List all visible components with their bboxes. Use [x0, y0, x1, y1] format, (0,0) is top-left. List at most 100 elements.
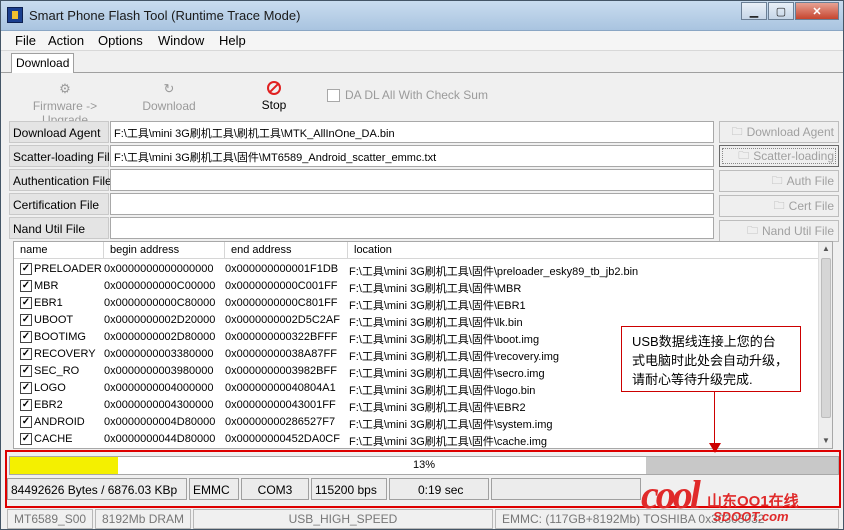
- annotation-line-2: 式电脑时此处会自动升级，: [632, 353, 789, 368]
- cell-end-address: 0x00000000038A87FF: [225, 348, 337, 360]
- scatter-loading-label: Scatter-loading File: [9, 145, 116, 167]
- menu-file[interactable]: File: [15, 33, 36, 48]
- cell-location: F:\工具\mini 3G刷机工具\固件\system.img: [349, 419, 553, 431]
- download-button[interactable]: ↻ Download: [139, 81, 199, 113]
- cell-begin-address: 0x0000000004D80000: [104, 416, 216, 428]
- folder-icon: 🗀: [773, 199, 785, 212]
- cell-end-address: 0x00000000452DA0CF: [225, 433, 340, 445]
- menu-action[interactable]: Action: [48, 33, 84, 48]
- table-header: name begin address end address location: [14, 242, 820, 259]
- authentication-field[interactable]: [110, 169, 714, 191]
- vertical-scrollbar[interactable]: ▲ ▼: [818, 242, 832, 448]
- maximize-icon: ▢: [775, 5, 787, 18]
- row-checkbox[interactable]: ✓: [20, 399, 32, 411]
- watermark-url: SDOOT.com: [713, 509, 789, 524]
- row-checkbox[interactable]: ✓: [20, 314, 32, 326]
- cell-begin-address: 0x0000000003380000: [104, 348, 214, 360]
- scroll-up-icon[interactable]: ▲: [819, 242, 832, 256]
- folder-icon: 🗀: [738, 149, 750, 162]
- watermark: cool 山东OO1在线 SDOOT.com: [641, 463, 841, 529]
- table-row[interactable]: ✓ EBR2 0x0000000004300000 0x00000000043001F…: [14, 397, 820, 414]
- da-dl-all-checkbox[interactable]: DA DL All With Check Sum: [327, 88, 488, 102]
- cert-file-button[interactable]: 🗀 Cert File: [719, 195, 839, 217]
- cell-end-address: 0x0000000003982BFF: [225, 365, 337, 377]
- certification-label: Certification File: [9, 193, 109, 215]
- cell-end-address: 0x000000000001F1DB: [225, 263, 339, 275]
- cell-begin-address: 0x0000000004000000: [104, 382, 214, 394]
- annotation-line-3: 请耐心等待升级完成.: [632, 372, 753, 387]
- cell-name: RECOVERY: [34, 348, 96, 360]
- cell-location: F:\工具\mini 3G刷机工具\固件\boot.img: [349, 334, 540, 346]
- download-agent-field[interactable]: F:\工具\mini 3G刷机工具\刷机工具\MTK_AllInOne_DA.b…: [110, 121, 714, 143]
- row-checkbox[interactable]: ✓: [20, 416, 32, 428]
- cell-name: PRELOADER: [34, 263, 102, 275]
- nand-util-button[interactable]: 🗀 Nand Util File: [719, 220, 839, 242]
- scatter-loading-button[interactable]: 🗀 Scatter-loading: [719, 145, 839, 167]
- cell-name: UBOOT: [34, 314, 74, 326]
- cell-location: F:\工具\mini 3G刷机工具\固件\logo.bin: [349, 385, 536, 397]
- certification-row: Certification File: [9, 193, 715, 215]
- table-row[interactable]: ✓ CACHE 0x0000000044D80000 0x00000000452DA0…: [14, 431, 820, 448]
- cell-location: F:\工具\mini 3G刷机工具\固件\secro.img: [349, 368, 545, 380]
- scroll-down-icon[interactable]: ▼: [819, 434, 832, 448]
- row-checkbox[interactable]: ✓: [20, 331, 32, 343]
- auth-file-button[interactable]: 🗀 Auth File: [719, 170, 839, 192]
- stop-label: Stop: [261, 98, 287, 112]
- folder-icon: 🗀: [771, 174, 783, 187]
- watermark-logo: cool: [641, 472, 701, 517]
- download-agent-button[interactable]: 🗀 Download Agent: [719, 121, 839, 143]
- watermark-site-name: 山东OO1在线: [707, 493, 799, 510]
- device-usb-speed: USB_HIGH_SPEED: [193, 509, 493, 529]
- row-checkbox[interactable]: ✓: [20, 365, 32, 377]
- device-chip: MT6589_S00: [7, 509, 93, 529]
- download-agent-button-label: Download Agent: [746, 125, 834, 139]
- menu-options[interactable]: Options: [98, 33, 143, 48]
- cell-name: EBR2: [34, 399, 63, 411]
- cell-begin-address: 0x0000000000C00000: [104, 280, 216, 292]
- row-checkbox[interactable]: ✓: [20, 280, 32, 292]
- annotation-callout: USB数据线连接上您的台 式电脑时此处会自动升级， 请耐心等待升级完成.: [621, 326, 801, 392]
- cell-begin-address: 0x0000000002D20000: [104, 314, 216, 326]
- scatter-loading-field[interactable]: F:\工具\mini 3G刷机工具\固件\MT6589_Android_scat…: [110, 145, 714, 167]
- table-row[interactable]: ✓ PRELOADER 0x0000000000000000 0x0000000000…: [14, 261, 820, 278]
- window-controls: ▁ ▢ ✕: [740, 2, 839, 20]
- table-row[interactable]: ✓ ANDROID 0x0000000004D80000 0x000000002865…: [14, 414, 820, 431]
- column-begin-address[interactable]: begin address: [104, 242, 225, 259]
- menu-help[interactable]: Help: [219, 33, 246, 48]
- cell-location: F:\工具\mini 3G刷机工具\固件\preloader_esky89_tb…: [349, 266, 639, 278]
- column-end-address[interactable]: end address: [225, 242, 348, 259]
- toolbar: ⚙ Firmware -> Upgrade ↻ Download Stop DA…: [1, 75, 843, 127]
- minimize-button[interactable]: ▁: [741, 2, 767, 20]
- row-checkbox[interactable]: ✓: [20, 297, 32, 309]
- column-name[interactable]: name: [14, 242, 104, 259]
- folder-icon: 🗀: [731, 125, 743, 138]
- tab-download[interactable]: Download: [11, 53, 75, 73]
- cell-name: ANDROID: [34, 416, 85, 428]
- da-dl-all-label: DA DL All With Check Sum: [345, 88, 488, 102]
- row-checkbox[interactable]: ✓: [20, 263, 32, 275]
- download-agent-row: Download Agent F:\工具\mini 3G刷机工具\刷机工具\MT…: [9, 121, 715, 143]
- maximize-button[interactable]: ▢: [768, 2, 794, 20]
- nand-util-field[interactable]: [110, 217, 714, 239]
- cell-location: F:\工具\mini 3G刷机工具\固件\EBR2: [349, 402, 526, 414]
- authentication-label: Authentication File: [9, 169, 112, 191]
- column-location[interactable]: location: [348, 242, 820, 259]
- table-row[interactable]: ✓ MBR 0x0000000000C00000 0x0000000000C001FF…: [14, 278, 820, 295]
- cell-name: SEC_RO: [34, 365, 80, 377]
- row-checkbox[interactable]: ✓: [20, 348, 32, 360]
- cell-name: EBR1: [34, 297, 63, 309]
- scroll-thumb[interactable]: [821, 258, 831, 418]
- cell-name: BOOTIMG: [34, 331, 86, 343]
- title-bar[interactable]: Smart Phone Flash Tool (Runtime Trace Mo…: [1, 1, 843, 31]
- certification-field[interactable]: [110, 193, 714, 215]
- close-button[interactable]: ✕: [795, 2, 839, 20]
- cell-end-address: 0x00000000286527F7: [225, 416, 336, 428]
- cell-end-address: 0x0000000000C801FF: [225, 297, 338, 309]
- stop-button[interactable]: Stop: [254, 81, 294, 112]
- menu-window[interactable]: Window: [158, 33, 204, 48]
- row-checkbox[interactable]: ✓: [20, 382, 32, 394]
- table-row[interactable]: ✓ EBR1 0x0000000000C80000 0x0000000000C801F…: [14, 295, 820, 312]
- cell-location: F:\工具\mini 3G刷机工具\固件\MBR: [349, 283, 522, 295]
- cell-location: F:\工具\mini 3G刷机工具\固件\lk.bin: [349, 317, 523, 329]
- row-checkbox[interactable]: ✓: [20, 433, 32, 445]
